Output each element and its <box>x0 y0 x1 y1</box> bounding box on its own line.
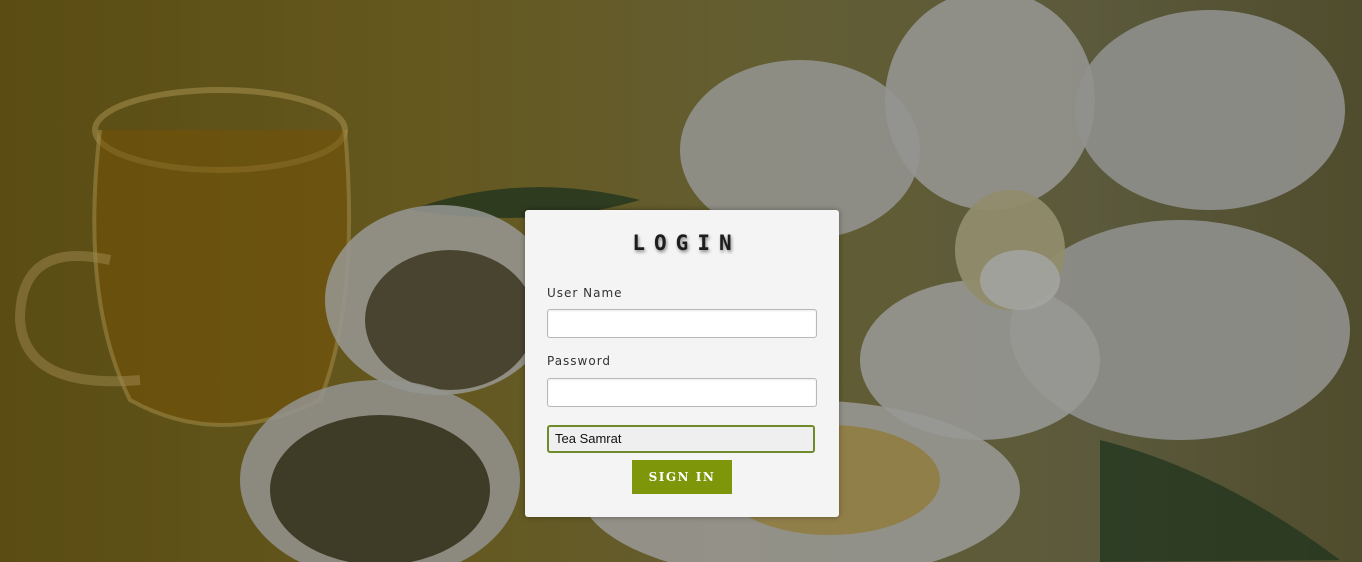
password-label: Password <box>547 354 612 368</box>
store-select-value: Tea Samrat <box>555 431 622 446</box>
sign-in-button[interactable]: SIGN IN <box>632 460 732 494</box>
store-select[interactable]: Tea Samrat <box>547 425 815 453</box>
login-title: LOGIN <box>632 231 741 255</box>
username-label: User Name <box>547 286 623 300</box>
username-input[interactable] <box>547 309 817 338</box>
login-card: LOGIN User Name Password Tea Samrat SIGN… <box>525 210 839 517</box>
password-input[interactable] <box>547 378 817 407</box>
